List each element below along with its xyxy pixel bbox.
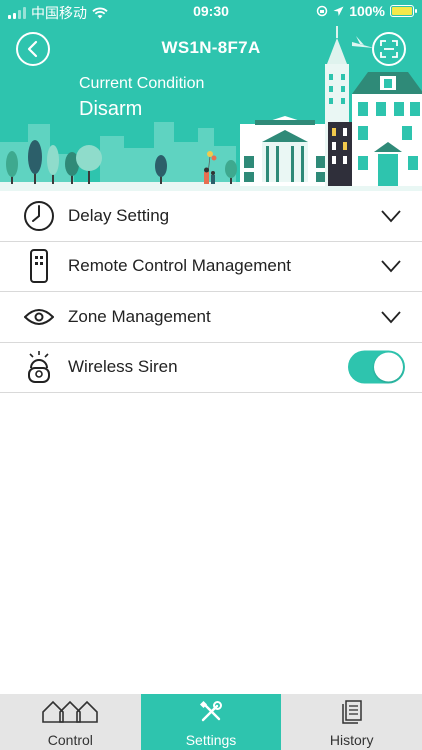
battery-percent: 100% xyxy=(349,3,385,19)
chevron-down-icon xyxy=(381,210,401,223)
tab-history[interactable]: History xyxy=(281,694,422,750)
wireless-siren-toggle[interactable] xyxy=(348,350,405,384)
tab-control-label: Control xyxy=(47,732,93,748)
tab-history-label: History xyxy=(329,732,374,748)
tab-control[interactable]: Control xyxy=(0,694,141,750)
delay-setting-row[interactable]: Delay Setting xyxy=(0,191,422,242)
condition-label: Current Condition xyxy=(79,75,205,92)
tools-icon xyxy=(199,700,222,722)
orientation-lock-icon xyxy=(316,5,328,17)
delay-setting-label: Delay Setting xyxy=(68,205,170,225)
wireless-siren-label: Wireless Siren xyxy=(68,357,178,377)
condition-value: Disarm xyxy=(79,98,143,120)
toggle-knob xyxy=(374,352,403,382)
remote-control-management-row[interactable]: Remote Control Management xyxy=(0,241,422,292)
remote-control-icon xyxy=(30,249,48,284)
zone-management-row[interactable]: Zone Management xyxy=(0,292,422,343)
tab-settings-label: Settings xyxy=(185,732,237,748)
zone-management-label: Zone Management xyxy=(68,306,211,326)
houses-icon xyxy=(42,700,99,723)
tab-settings[interactable]: Settings xyxy=(140,694,282,750)
settings-list: Delay Setting Remote Control Management xyxy=(0,191,422,393)
document-icon xyxy=(341,700,362,724)
remote-control-management-label: Remote Control Management xyxy=(68,256,292,276)
device-header: WS1N-8F7A Current Condition Disarm xyxy=(0,24,422,191)
scan-button[interactable] xyxy=(372,32,406,66)
chevron-down-icon xyxy=(381,311,401,324)
eye-icon xyxy=(24,308,54,325)
battery-icon xyxy=(390,5,417,17)
clock-icon xyxy=(24,200,54,231)
status-bar: 中国移动 09:30 100% xyxy=(0,0,422,24)
siren-icon xyxy=(28,351,50,384)
chevron-down-icon xyxy=(381,260,401,273)
scan-icon xyxy=(380,40,398,58)
device-title: WS1N-8F7A xyxy=(161,38,261,57)
bottom-tab-bar: Control Settings History xyxy=(0,694,422,750)
wireless-siren-row: Wireless Siren xyxy=(0,342,422,393)
location-arrow-icon xyxy=(333,6,344,16)
